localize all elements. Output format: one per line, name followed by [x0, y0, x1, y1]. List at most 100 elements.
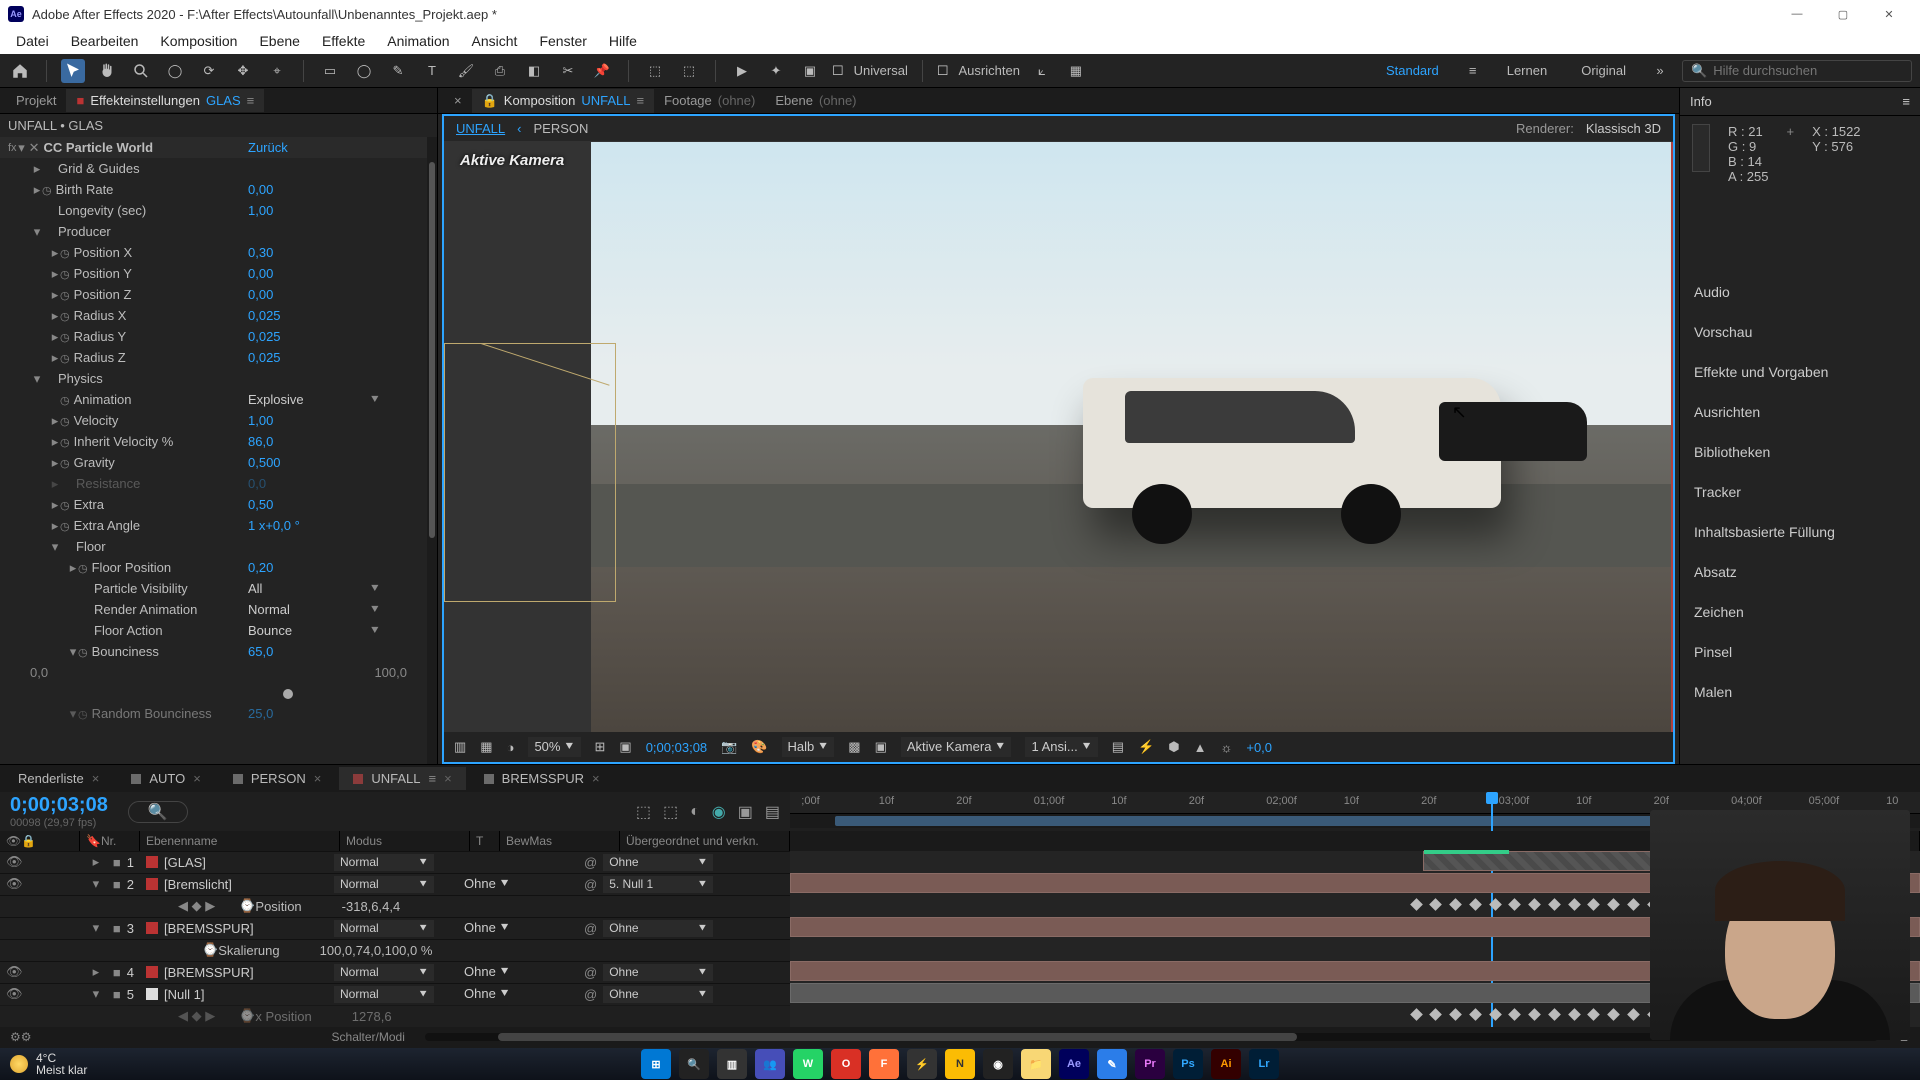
- ausrichten-label[interactable]: Ausrichten: [959, 63, 1020, 78]
- layer-prop-position[interactable]: ◀ ◆ ▶⌚ Position-318,6,4,4: [0, 895, 790, 917]
- menu-hilfe[interactable]: Hilfe: [599, 30, 647, 52]
- workspace-standard[interactable]: Standard: [1374, 60, 1451, 81]
- prop-gravity[interactable]: ▸Gravity0,500: [0, 452, 437, 473]
- zoom-dropdown[interactable]: 50% ⯆: [528, 737, 580, 757]
- panel-bibliotheken[interactable]: Bibliotheken: [1680, 432, 1920, 472]
- axis-tool-2[interactable]: ⬚: [677, 59, 701, 83]
- hand-tool[interactable]: [95, 59, 119, 83]
- tl-icon-3[interactable]: ◐: [690, 803, 700, 821]
- teams-icon[interactable]: 👥: [755, 1049, 785, 1079]
- text-tool[interactable]: T: [420, 59, 444, 83]
- grid-icon[interactable]: ▦: [480, 739, 492, 755]
- timeline-search[interactable]: 🔍: [128, 801, 188, 823]
- anchor-tool[interactable]: ⌖: [265, 59, 289, 83]
- prop-grid-guides[interactable]: ▸Grid & Guides: [0, 158, 437, 179]
- view-axis-icon[interactable]: ▣: [798, 59, 822, 83]
- maximize-button[interactable]: ▢: [1820, 0, 1866, 28]
- selection-tool[interactable]: [61, 59, 85, 83]
- prop-render-animation[interactable]: Render AnimationNormal⯆: [0, 599, 437, 620]
- layer-row-5[interactable]: 👁 ▾■5 [Null 1] Normal ⯆ Ohne ⯆ @Ohne ⯆: [0, 983, 790, 1005]
- prop-longevity-sec-[interactable]: Longevity (sec)1,00: [0, 200, 437, 221]
- timeline-timecode[interactable]: 0;00;03;08: [10, 794, 108, 817]
- snapshot-icon[interactable]: ▣: [619, 739, 631, 755]
- tl-icon-4[interactable]: ◉: [712, 802, 726, 822]
- panel-audio[interactable]: Audio: [1680, 272, 1920, 312]
- timeline-tab-person[interactable]: PERSON ×: [219, 767, 336, 790]
- effect-title[interactable]: CC Particle World: [43, 140, 153, 155]
- taskview-icon[interactable]: ▥: [717, 1049, 747, 1079]
- prop-position-z[interactable]: ▸Position Z0,00: [0, 284, 437, 305]
- renderer-value[interactable]: Klassisch 3D: [1586, 121, 1661, 136]
- prop-radius-z[interactable]: ▸Radius Z0,025: [0, 347, 437, 368]
- app-icon[interactable]: ⚡: [907, 1049, 937, 1079]
- orbit-tool[interactable]: ◯: [163, 59, 187, 83]
- eraser-tool[interactable]: ◧: [522, 59, 546, 83]
- timeline-tab-unfall[interactable]: UNFALL ≡ ×: [339, 767, 465, 790]
- prop-physics[interactable]: ▾Physics: [0, 368, 437, 389]
- crumb-person[interactable]: PERSON: [533, 121, 588, 136]
- mask-icon[interactable]: ◑: [507, 740, 515, 755]
- crumb-unfall[interactable]: UNFALL: [456, 121, 505, 136]
- panel-menu-icon[interactable]: ≡: [1902, 94, 1910, 109]
- pr-icon[interactable]: Pr: [1135, 1049, 1165, 1079]
- panel-inhaltsbasierte-f-llung[interactable]: Inhaltsbasierte Füllung: [1680, 512, 1920, 552]
- workspace-lernen[interactable]: Lernen: [1495, 60, 1559, 81]
- panel-absatz[interactable]: Absatz: [1680, 552, 1920, 592]
- menu-komposition[interactable]: Komposition: [150, 30, 247, 52]
- chevron-left-icon[interactable]: ‹: [517, 121, 521, 136]
- view-dropdown[interactable]: 1 Ansi... ⯆: [1025, 737, 1097, 757]
- app2-icon[interactable]: N: [945, 1049, 975, 1079]
- search-input[interactable]: [1713, 63, 1903, 78]
- tab-close-icon[interactable]: ×: [444, 89, 472, 112]
- prop-radius-x[interactable]: ▸Radius X0,025: [0, 305, 437, 326]
- prop-floor-action[interactable]: Floor ActionBounce⯆: [0, 620, 437, 641]
- roto-tool[interactable]: ✂: [556, 59, 580, 83]
- snap-icon[interactable]: ⟀: [1030, 59, 1054, 83]
- opera-icon[interactable]: O: [831, 1049, 861, 1079]
- tl-icon-2[interactable]: ⬚: [663, 802, 678, 822]
- exposure-value[interactable]: +0,0: [1246, 740, 1272, 755]
- menu-fenster[interactable]: Fenster: [529, 30, 596, 52]
- prop-radius-y[interactable]: ▸Radius Y0,025: [0, 326, 437, 347]
- prop-random-bounciness[interactable]: ▾Random Bounciness25,0: [0, 703, 437, 724]
- camera-dropdown[interactable]: Aktive Kamera ⯆: [901, 737, 1012, 757]
- puppet-tool[interactable]: 📌: [590, 59, 614, 83]
- camera-icon[interactable]: 📷: [721, 739, 737, 755]
- prop-resistance[interactable]: ▸Resistance0,0: [0, 473, 437, 494]
- panel-vorschau[interactable]: Vorschau: [1680, 312, 1920, 352]
- panel-effekte-und-vorgaben[interactable]: Effekte und Vorgaben: [1680, 352, 1920, 392]
- universal-label[interactable]: Universal: [854, 63, 908, 78]
- resolution-dropdown[interactable]: Halb ⯆: [782, 737, 835, 757]
- layer-prop-skalierung[interactable]: ⌚ Skalierung100,0,74,0,100,0 %: [0, 939, 790, 961]
- toggle-switches-icon[interactable]: ⚙: [10, 1030, 21, 1044]
- menu-datei[interactable]: Datei: [6, 30, 59, 52]
- app3-icon[interactable]: ✎: [1097, 1049, 1127, 1079]
- axis-tool[interactable]: ⬚: [643, 59, 667, 83]
- prop-birth-rate[interactable]: ▸Birth Rate0,00: [0, 179, 437, 200]
- transparency-icon[interactable]: ▩: [848, 739, 860, 755]
- help-search[interactable]: 🔍: [1682, 60, 1912, 82]
- zoom-tool[interactable]: [129, 59, 153, 83]
- ps-icon[interactable]: Ps: [1173, 1049, 1203, 1079]
- prop-particle-visibility[interactable]: Particle VisibilityAll⯆: [0, 578, 437, 599]
- rect-tool[interactable]: ▭: [318, 59, 342, 83]
- ellipse-tool[interactable]: ◯: [352, 59, 376, 83]
- whatsapp-icon[interactable]: W: [793, 1049, 823, 1079]
- layer-row-1[interactable]: 👁 ▸■1 [GLAS] Normal ⯆ @Ohne ⯆: [0, 851, 790, 873]
- col-ebenenname[interactable]: Ebenenname: [140, 831, 340, 850]
- panel-ausrichten[interactable]: Ausrichten: [1680, 392, 1920, 432]
- ae-taskbar-icon[interactable]: Ae: [1059, 1049, 1089, 1079]
- prop-animation[interactable]: AnimationExplosive⯆: [0, 389, 437, 410]
- obs-icon[interactable]: ◉: [983, 1049, 1013, 1079]
- exposure-icon[interactable]: ☼: [1220, 740, 1232, 755]
- reset-link[interactable]: Zurück: [248, 140, 288, 155]
- prop-extra-angle[interactable]: ▸Extra Angle1 x+0,0 °: [0, 515, 437, 536]
- snap2-icon[interactable]: ▦: [1064, 59, 1088, 83]
- search-taskbar-icon[interactable]: 🔍: [679, 1049, 709, 1079]
- firefox-icon[interactable]: F: [869, 1049, 899, 1079]
- region-icon[interactable]: ▣: [875, 739, 887, 755]
- tab-projekt[interactable]: Projekt: [6, 89, 66, 112]
- timeline-tab-auto[interactable]: AUTO ×: [117, 767, 214, 790]
- tl-icon-1[interactable]: ⬚: [636, 802, 651, 822]
- mag-icon[interactable]: ▥: [454, 739, 466, 755]
